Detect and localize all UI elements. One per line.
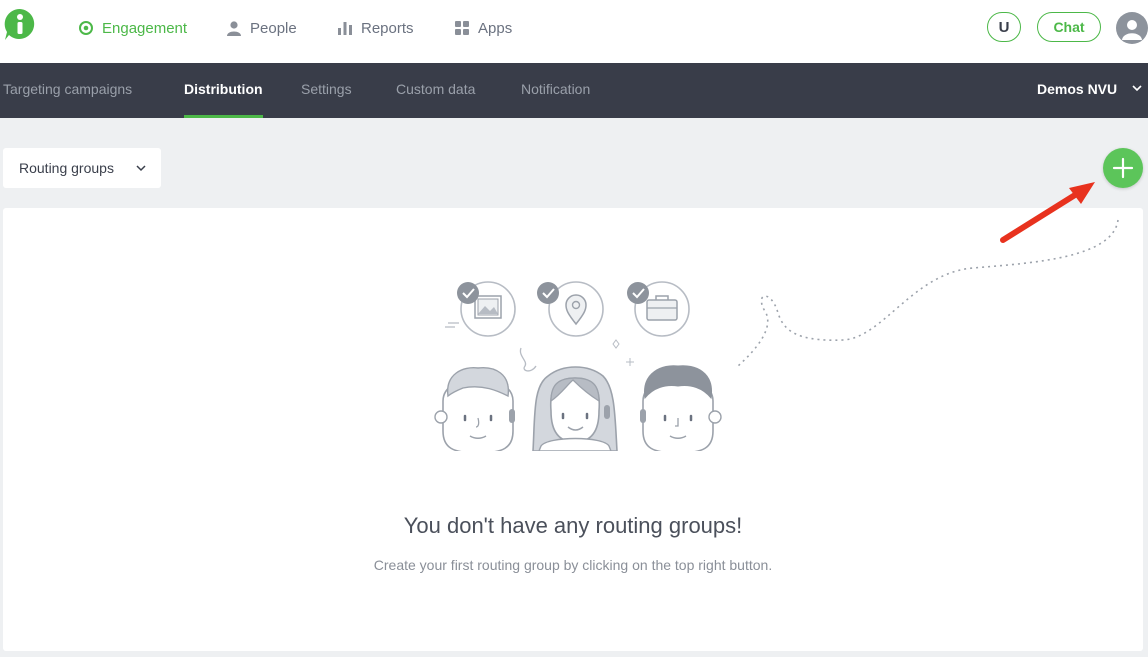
chat-button[interactable]: Chat (1037, 12, 1101, 42)
location-bubble-icon (537, 281, 604, 337)
nav-engagement[interactable]: Engagement (78, 18, 187, 38)
nav-people[interactable]: People (226, 18, 297, 38)
sub-navigation: Targeting campaigns Distribution Setting… (0, 63, 1148, 118)
empty-state-title: You don't have any routing groups! (403, 513, 743, 538)
support-agents-illustration (434, 281, 722, 451)
dropdown-value: Routing groups (19, 160, 114, 176)
empty-state-subtitle: Create your first routing group by click… (373, 557, 773, 573)
chevron-down-icon (1132, 85, 1142, 92)
chat-button-label: Chat (1053, 19, 1085, 35)
briefcase-bubble-icon (627, 281, 690, 337)
magnet-icon: U (998, 18, 1010, 36)
image-bubble-icon (445, 281, 516, 337)
red-arrow-annotation (1000, 182, 1095, 243)
top-navigation: Engagement People Reports Apps U Chat (0, 0, 1148, 63)
nav-reports[interactable]: Reports (337, 18, 414, 38)
nav-apps[interactable]: Apps (454, 18, 512, 38)
tab-settings[interactable]: Settings (301, 63, 352, 118)
tab-targeting-campaigns[interactable]: Targeting campaigns (3, 63, 132, 118)
target-icon (79, 21, 93, 35)
nav-reports-label: Reports (361, 19, 414, 37)
add-routing-group-button[interactable] (1103, 148, 1143, 188)
routing-groups-dropdown[interactable]: Routing groups (3, 148, 161, 188)
empty-state-panel: You don't have any routing groups! Creat… (3, 208, 1143, 651)
logo-icon[interactable] (3, 7, 37, 41)
agent-right-icon (640, 365, 722, 451)
plus-icon (1112, 157, 1134, 179)
user-icon (1122, 20, 1142, 40)
agent-left-icon (434, 367, 515, 451)
tab-notification[interactable]: Notification (521, 63, 590, 118)
nav-apps-label: Apps (478, 19, 513, 37)
magnet-button[interactable]: U (987, 12, 1021, 42)
account-switcher[interactable]: Demos NVU (1037, 63, 1142, 118)
nav-engagement-label: Engagement (102, 19, 188, 37)
agent-middle-icon (532, 366, 618, 451)
tab-custom-data[interactable]: Custom data (396, 63, 475, 118)
chevron-down-icon (136, 165, 146, 172)
person-icon (227, 21, 241, 36)
bar-chart-icon (338, 22, 352, 35)
account-name: Demos NVU (1037, 81, 1118, 97)
nav-people-label: People (250, 19, 297, 37)
grid-icon (455, 21, 469, 35)
avatar[interactable] (1116, 12, 1148, 44)
tab-distribution[interactable]: Distribution (184, 63, 263, 118)
